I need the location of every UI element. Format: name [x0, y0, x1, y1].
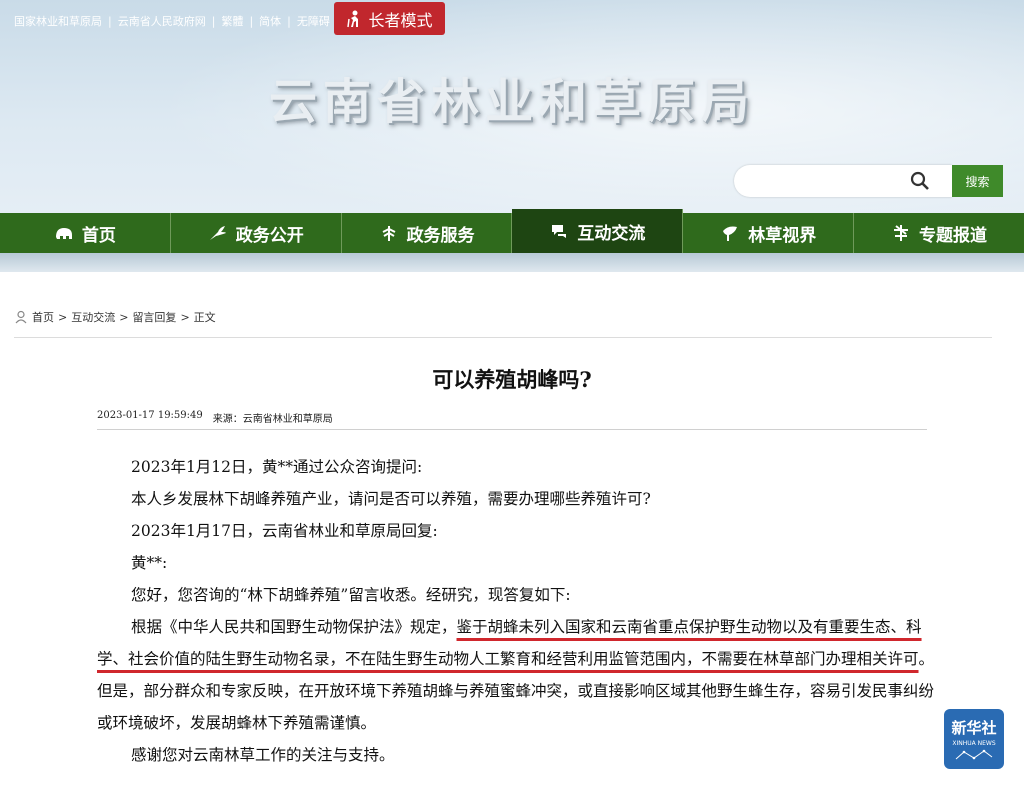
article-date: 2023-01-17 19:59:49 — [97, 410, 203, 421]
breadcrumb-separator: > — [58, 310, 68, 324]
breadcrumb-interaction[interactable]: 互动交流 — [71, 309, 115, 325]
article-body: 2023年1月12日，黄**通过公众咨询提问: 本人乡发展林下胡峰养殖产业，请问… — [97, 451, 939, 771]
star-plant-icon — [894, 225, 909, 241]
xinhua-logo: 新华社 XINHUA NEWS — [944, 709, 1004, 769]
elder-person-icon — [347, 10, 359, 27]
breadcrumb-replies[interactable]: 留言回复 — [132, 309, 176, 325]
breadcrumb-separator: > — [119, 310, 129, 324]
breadcrumb-separator: > — [180, 310, 190, 324]
article-title: 可以养殖胡峰吗? — [432, 367, 592, 392]
breadcrumb-home[interactable]: 首页 — [32, 309, 54, 325]
nav-label: 互动交流 — [577, 223, 646, 244]
link-accessibility[interactable]: 无障碍 — [297, 13, 330, 29]
nav-label: 政务公开 — [235, 225, 304, 246]
nav-label: 专题报道 — [919, 225, 988, 246]
plant-icon — [382, 226, 396, 241]
divider — [97, 429, 927, 430]
paragraph: 2023年1月12日，黄**通过公众咨询提问: — [131, 458, 423, 476]
bird-icon — [209, 226, 226, 240]
breadcrumb-current: 正文 — [193, 311, 216, 324]
paragraph: 感谢您对云南林草工作的关注与支持。 — [131, 746, 395, 764]
elephant-icon — [55, 228, 72, 239]
leaf-icon — [723, 226, 738, 241]
link-yunnan-gov[interactable]: 云南省人民政府网 — [118, 13, 206, 29]
separator: | — [211, 14, 216, 28]
main-nav: 首页 政务公开 政务服务 互动交流 林草视界 专题报道 — [0, 209, 1024, 253]
link-national-forestry[interactable]: 国家林业和草原局 — [14, 13, 102, 29]
search-input[interactable] — [734, 165, 952, 197]
nav-label: 林草视界 — [748, 225, 817, 246]
nav-item-forest-vision[interactable]: 林草视界 — [683, 213, 855, 253]
breadcrumb: 首页 > 互动交流 > 留言回复 > 正文 — [14, 309, 216, 325]
search-button[interactable]: 搜索 — [952, 165, 1003, 197]
paragraph: 本人乡发展林下胡峰养殖产业，请问是否可以养殖，需要办理哪些养殖许可? — [131, 490, 651, 508]
article-meta: 2023-01-17 19:59:49 来源：云南省林业和草原局 — [97, 410, 333, 425]
link-simplified[interactable]: 简体 — [259, 13, 281, 29]
chat-icon — [552, 225, 567, 238]
separator: | — [249, 14, 254, 28]
location-person-icon — [15, 310, 27, 324]
site-title: 云南省林业和草原局 — [268, 74, 755, 130]
article-source: 来源：云南省林业和草原局 — [212, 414, 333, 425]
separator: | — [108, 14, 112, 28]
nav-label: 政务服务 — [406, 225, 475, 246]
paragraph: 黄**: — [131, 554, 168, 572]
paragraph-text: 根据《中华人民共和国野生动物保护法》规定， — [131, 618, 457, 636]
paragraph: 根据《中华人民共和国野生动物保护法》规定，鉴于胡蜂未列入国家和云南省重点保护野生… — [97, 611, 939, 739]
network-icon — [955, 749, 993, 760]
logo-text-en: XINHUA NEWS — [952, 740, 996, 747]
link-traditional[interactable]: 繁體 — [221, 13, 243, 29]
elder-mode-label: 长者模式 — [368, 10, 433, 30]
divider — [14, 337, 992, 338]
nav-item-gov-affairs[interactable]: 政务公开 — [171, 213, 342, 253]
nav-item-special-reports[interactable]: 专题报道 — [854, 213, 1024, 253]
site-header: 国家林业和草原局 | 云南省人民政府网 | 繁體 | 简体 | 无障碍 长者模式… — [0, 0, 1024, 272]
separator: | — [287, 14, 291, 28]
nav-decorative-strip — [0, 253, 1024, 272]
elder-mode-button[interactable]: 长者模式 — [334, 2, 445, 35]
paragraph: 您好，您咨询的“林下胡蜂养殖”留言收悉。经研究，现答复如下: — [131, 586, 571, 604]
logo-text-cn: 新华社 — [951, 719, 997, 737]
nav-item-interaction[interactable]: 互动交流 — [512, 209, 684, 253]
search-icon[interactable] — [910, 171, 930, 191]
top-links-bar: 国家林业和草原局 | 云南省人民政府网 | 繁體 | 简体 | 无障碍 — [14, 10, 330, 32]
nav-item-gov-services[interactable]: 政务服务 — [342, 213, 513, 253]
nav-label: 首页 — [81, 225, 116, 246]
nav-item-home[interactable]: 首页 — [0, 213, 171, 253]
paragraph: 2023年1月17日，云南省林业和草原局回复: — [131, 522, 438, 540]
